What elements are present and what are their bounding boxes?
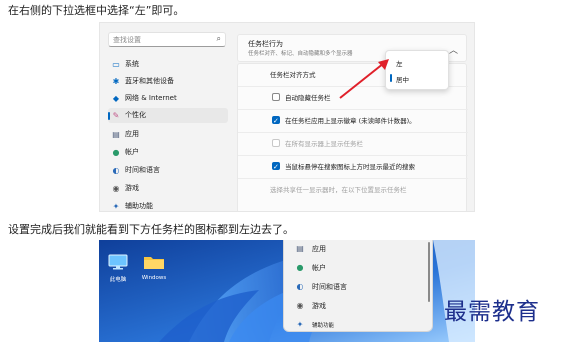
folder-icon	[144, 257, 164, 269]
dropdown-option-center[interactable]: 居中	[396, 74, 409, 84]
apps-icon: ▤	[296, 244, 304, 253]
sidebar-item-personalization[interactable]: ✎ 个性化	[108, 108, 228, 123]
section-title: 任务栏行为	[248, 40, 283, 48]
sidebar-item-time-language[interactable]: ◐ 时间和语言	[108, 163, 228, 178]
sidebar-item-label: 系统	[125, 60, 139, 68]
sidebar-item-bluetooth[interactable]: ✱ 蓝牙和其他设备	[108, 74, 228, 89]
menu-item-accessibility[interactable]: ✦ 辅助功能	[294, 316, 334, 334]
settings-sidebar: 查找设置 ⌕ ▭ 系统 ✱ 蓝牙和其他设备 ◆ 网络 & Internet ✎ …	[100, 23, 234, 211]
settings-nav-overlay: ▤ 应用 ● 帐户 ◐ 时间和语言 ◉ 游戏 ✦ 辅助功能	[283, 240, 433, 332]
auto-hide-label: 自动隐藏任务栏	[285, 94, 331, 102]
bluetooth-icon: ✱	[112, 77, 120, 86]
desktop-icon-label: Windows	[141, 275, 167, 281]
person-icon: ●	[296, 263, 304, 272]
sidebar-item-label: 辅助功能	[125, 202, 153, 210]
taskbar-alignment-dropdown[interactable]: 左 居中	[385, 50, 449, 90]
gamepad-icon: ◉	[112, 184, 120, 193]
menu-item-apps[interactable]: ▤ 应用	[294, 240, 326, 258]
menu-item-label: 辅助功能	[312, 323, 335, 329]
person-icon: ●	[112, 148, 120, 157]
search-placeholder: 查找设置	[113, 36, 141, 44]
desktop-icon-this-pc[interactable]: 此电脑	[99, 254, 137, 283]
sidebar-item-label: 应用	[125, 130, 139, 138]
all-displays-row: 在所有显示器上显示任务栏	[238, 133, 468, 156]
show-badges-row[interactable]: 在任务栏应用上显示徽章 (未读邮件计数器)。	[238, 110, 468, 133]
menu-item-gaming[interactable]: ◉ 游戏	[294, 297, 327, 315]
gamepad-icon: ◉	[296, 301, 304, 310]
search-input[interactable]: 查找设置 ⌕	[108, 32, 226, 47]
desktop-screenshot: 此电脑 Windows ▤ 应用 ● 帐户 ◐ 时间和语言 ◉ 游戏 ✦ 辅助功能	[99, 240, 475, 342]
accessibility-icon: ✦	[296, 320, 304, 329]
sidebar-item-label: 游戏	[125, 184, 139, 192]
sidebar-item-gaming[interactable]: ◉ 游戏	[108, 181, 228, 196]
auto-hide-checkbox[interactable]	[272, 93, 280, 101]
clock-globe-icon: ◐	[112, 166, 120, 175]
sidebar-item-label: 个性化	[125, 111, 146, 119]
all-displays-checkbox	[272, 139, 280, 147]
watermark-logo: 最需教育	[444, 299, 540, 325]
taskbar-alignment-label: 任务栏对齐方式	[270, 71, 316, 79]
desktop-icon-folder[interactable]: Windows	[135, 254, 173, 281]
recent-searches-checkbox[interactable]	[272, 156, 280, 178]
brush-icon: ✎	[112, 111, 120, 120]
auto-hide-taskbar-row[interactable]: 自动隐藏任务栏	[238, 87, 468, 110]
dropdown-option-left[interactable]: 左	[396, 58, 403, 68]
instruction-paragraph-2: 设置完成后我们就能看到下方任务栏的图标都到左边去了。	[8, 223, 294, 236]
sidebar-item-apps[interactable]: ▤ 应用	[108, 127, 228, 142]
sidebar-item-label: 时间和语言	[125, 166, 160, 174]
sidebar-item-label: 蓝牙和其他设备	[125, 77, 174, 85]
accessibility-icon: ✦	[112, 202, 120, 211]
multi-display-row: 选择共享任一显示器时，在以下位置显示任务栏	[238, 179, 468, 201]
wifi-icon: ◆	[112, 94, 120, 103]
apps-icon: ▤	[112, 130, 120, 139]
menu-item-label: 游戏	[312, 302, 326, 310]
sidebar-item-accounts[interactable]: ● 帐户	[108, 145, 228, 160]
recent-searches-row[interactable]: 当鼠标悬停在搜索图标上方时显示最近的搜索	[238, 156, 468, 179]
sidebar-item-accessibility[interactable]: ✦ 辅助功能	[108, 199, 228, 211]
multi-display-label: 选择共享任一显示器时，在以下位置显示任务栏	[270, 186, 407, 194]
recent-searches-label: 当鼠标悬停在搜索图标上方时显示最近的搜索	[285, 163, 415, 171]
scrollbar[interactable]	[428, 242, 430, 302]
menu-item-label: 帐户	[312, 264, 326, 272]
computer-icon	[108, 254, 128, 270]
settings-screenshot: 查找设置 ⌕ ▭ 系统 ✱ 蓝牙和其他设备 ◆ 网络 & Internet ✎ …	[99, 22, 475, 212]
chevron-up-icon[interactable]: ︿	[449, 43, 458, 56]
menu-item-accounts[interactable]: ● 帐户	[294, 259, 327, 277]
show-badges-label: 在任务栏应用上显示徽章 (未读邮件计数器)。	[285, 117, 416, 125]
menu-item-label: 时间和语言	[312, 283, 347, 291]
menu-item-time-language[interactable]: ◐ 时间和语言	[294, 278, 348, 296]
sidebar-item-label: 网络 & Internet	[125, 94, 177, 102]
sidebar-item-system[interactable]: ▭ 系统	[108, 57, 228, 72]
sidebar-item-label: 帐户	[125, 148, 139, 156]
desktop-icon-label: 此电脑	[109, 277, 127, 283]
clock-globe-icon: ◐	[296, 282, 304, 291]
show-badges-checkbox[interactable]	[272, 110, 280, 132]
all-displays-label: 在所有显示器上显示任务栏	[285, 140, 363, 148]
section-subtitle: 任务栏对齐、标记、自动隐藏和多个显示器	[248, 51, 353, 57]
selected-indicator	[390, 74, 392, 82]
monitor-icon: ▭	[112, 60, 120, 69]
sidebar-item-network[interactable]: ◆ 网络 & Internet	[108, 91, 228, 106]
search-icon[interactable]: ⌕	[217, 34, 221, 44]
instruction-paragraph-1: 在右侧的下拉选框中选择“左”即可。	[8, 4, 185, 17]
menu-item-label: 应用	[312, 245, 326, 253]
